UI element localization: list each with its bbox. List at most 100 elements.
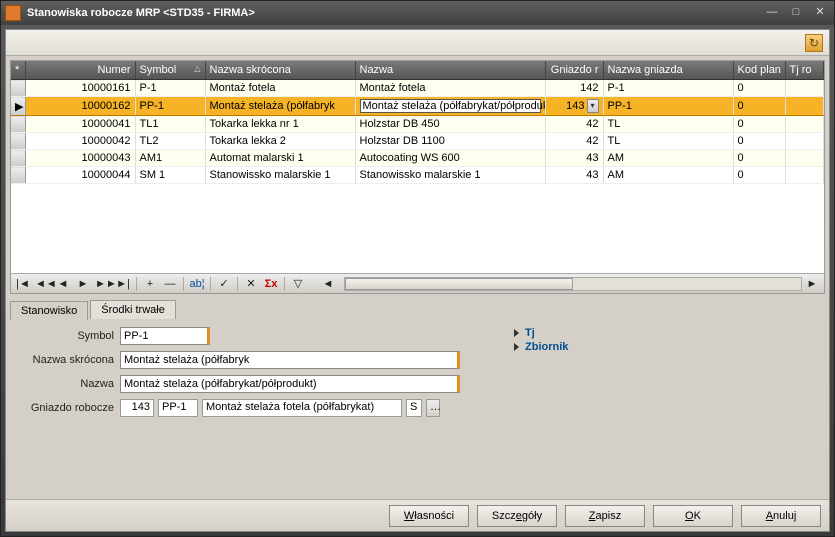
table-row[interactable]: 10000044SM 1Stanowissko malarskie 1Stano… — [11, 167, 824, 184]
nav-prev-page[interactable]: ◄◄ — [34, 276, 52, 292]
cell-gniazdo[interactable]: 143▾ — [545, 97, 603, 116]
cell-tj[interactable] — [785, 97, 824, 116]
zapisz-button[interactable]: Zapisz — [565, 505, 645, 527]
cell-numer[interactable]: 10000043 — [25, 150, 135, 167]
gniazdo-num[interactable]: 143 — [120, 399, 154, 417]
cell-tj[interactable] — [785, 150, 824, 167]
tab-srodki[interactable]: Środki trwałe — [90, 300, 176, 319]
col-tj[interactable]: Tj ro — [785, 61, 824, 80]
nav-remove[interactable]: — — [161, 276, 179, 292]
nav-cancel[interactable]: ✕ — [242, 276, 260, 292]
nav-edit-icon[interactable]: ab¦ — [188, 276, 206, 292]
cell-kod[interactable]: 0 — [733, 80, 785, 97]
row-marker[interactable] — [11, 116, 25, 133]
nav-filter-icon[interactable]: ▽ — [289, 276, 307, 292]
maximize-button[interactable]: □ — [786, 5, 806, 21]
cell-tj[interactable] — [785, 80, 824, 97]
cell-gniazdo[interactable]: 142 — [545, 80, 603, 97]
table-row[interactable]: 10000041TL1Tokarka lekka nr 1Holzstar DB… — [11, 116, 824, 133]
nav-sum-icon[interactable]: Σx — [262, 276, 280, 292]
hscroll-right[interactable]: ► — [803, 276, 821, 292]
cell-nazwa[interactable]: Montaż stelaża (półfabrykat/półprodukt) — [355, 97, 545, 116]
cell-gniazdo[interactable]: 42 — [545, 133, 603, 150]
col-kod[interactable]: Kod plan — [733, 61, 785, 80]
nav-first[interactable]: |◄ — [14, 276, 32, 292]
cell-gniazdo[interactable]: 43 — [545, 167, 603, 184]
table-row[interactable]: 10000161P-1Montaż fotelaMontaż fotela142… — [11, 80, 824, 97]
nazwa-skr-input[interactable] — [120, 351, 460, 369]
cell-nazwa[interactable]: Holzstar DB 1100 — [355, 133, 545, 150]
nav-add[interactable]: + — [141, 276, 159, 292]
nazwa-cell-editor[interactable]: Montaż stelaża (półfabrykat/półprodukt) — [360, 99, 541, 113]
cell-numer[interactable]: 10000042 — [25, 133, 135, 150]
cell-symbol[interactable]: PP-1 — [135, 97, 205, 116]
nav-next[interactable]: ► — [74, 276, 92, 292]
cell-tj[interactable] — [785, 116, 824, 133]
nav-prev[interactable]: ◄ — [54, 276, 72, 292]
nav-last[interactable]: ►| — [114, 276, 132, 292]
table-row[interactable]: 10000042TL2Tokarka lekka 2Holzstar DB 11… — [11, 133, 824, 150]
cell-symbol[interactable]: AM1 — [135, 150, 205, 167]
cell-symbol[interactable]: P-1 — [135, 80, 205, 97]
symbol-input[interactable] — [120, 327, 210, 345]
gniazdo-sym[interactable]: PP-1 — [158, 399, 198, 417]
tree-item-zbiornik[interactable]: Zbiornik — [514, 341, 821, 353]
cell-kod[interactable]: 0 — [733, 97, 785, 116]
row-marker[interactable] — [11, 133, 25, 150]
cell-gniazdo[interactable]: 42 — [545, 116, 603, 133]
cell-nazwa-gn[interactable]: TL — [603, 116, 733, 133]
ok-button[interactable]: OK — [653, 505, 733, 527]
col-nazwa[interactable]: Nazwa — [355, 61, 545, 80]
cell-kod[interactable]: 0 — [733, 150, 785, 167]
minimize-button[interactable]: — — [762, 5, 782, 21]
hscroll-track[interactable] — [344, 277, 802, 291]
cell-nazwa-skr[interactable]: Tokarka lekka nr 1 — [205, 116, 355, 133]
cell-nazwa-skr[interactable]: Stanowissko malarskie 1 — [205, 167, 355, 184]
cell-nazwa-gn[interactable]: P-1 — [603, 80, 733, 97]
row-selector-header[interactable]: * — [11, 61, 25, 80]
cell-kod[interactable]: 0 — [733, 133, 785, 150]
hscroll-left[interactable]: ◄ — [319, 276, 337, 292]
anuluj-button[interactable]: Anuluj — [741, 505, 821, 527]
col-symbol[interactable]: Symbol△ — [135, 61, 205, 80]
col-nazwa-skr[interactable]: Nazwa skrócona — [205, 61, 355, 80]
cell-symbol[interactable]: TL1 — [135, 116, 205, 133]
cell-tj[interactable] — [785, 167, 824, 184]
cell-nazwa-skr[interactable]: Montaż fotela — [205, 80, 355, 97]
gniazdo-dropdown-icon[interactable]: ▾ — [587, 99, 599, 113]
cell-numer[interactable]: 10000162 — [25, 97, 135, 116]
cell-tj[interactable] — [785, 133, 824, 150]
cell-numer[interactable]: 10000041 — [25, 116, 135, 133]
hscroll-thumb[interactable] — [345, 278, 573, 290]
refresh-icon[interactable] — [805, 34, 823, 52]
nav-next-page[interactable]: ►► — [94, 276, 112, 292]
cell-gniazdo[interactable]: 43 — [545, 150, 603, 167]
table-row[interactable]: ▶10000162PP-1Montaż stelaża (półfabrykMo… — [11, 97, 824, 116]
cell-nazwa[interactable]: Autocoating WS 600 — [355, 150, 545, 167]
gniazdo-dropdown-icon[interactable]: … — [426, 399, 440, 417]
cell-nazwa-skr[interactable]: Montaż stelaża (półfabryk — [205, 97, 355, 116]
szczegoly-button[interactable]: Szczegóły — [477, 505, 557, 527]
row-marker[interactable]: ▶ — [11, 97, 25, 116]
table-row[interactable]: 10000043AM1Automat malarski 1Autocoating… — [11, 150, 824, 167]
cell-nazwa-skr[interactable]: Tokarka lekka 2 — [205, 133, 355, 150]
cell-kod[interactable]: 0 — [733, 116, 785, 133]
tree-item-tj[interactable]: Tj — [514, 327, 821, 339]
cell-numer[interactable]: 10000044 — [25, 167, 135, 184]
cell-nazwa[interactable]: Montaż fotela — [355, 80, 545, 97]
gniazdo-desc[interactable]: Montaż stelaża fotela (półfabrykat) — [202, 399, 402, 417]
nav-confirm[interactable]: ✓ — [215, 276, 233, 292]
cell-nazwa-gn[interactable]: AM — [603, 167, 733, 184]
cell-nazwa[interactable]: Stanowissko malarskie 1 — [355, 167, 545, 184]
row-marker[interactable] — [11, 167, 25, 184]
cell-nazwa-skr[interactable]: Automat malarski 1 — [205, 150, 355, 167]
cell-nazwa-gn[interactable]: PP-1 — [603, 97, 733, 116]
col-nazwa-gn[interactable]: Nazwa gniazda — [603, 61, 733, 80]
cell-nazwa[interactable]: Holzstar DB 450 — [355, 116, 545, 133]
row-marker[interactable] — [11, 150, 25, 167]
tab-stanowisko[interactable]: Stanowisko — [10, 301, 88, 320]
cell-numer[interactable]: 10000161 — [25, 80, 135, 97]
row-marker[interactable] — [11, 80, 25, 97]
cell-symbol[interactable]: TL2 — [135, 133, 205, 150]
cell-nazwa-gn[interactable]: AM — [603, 150, 733, 167]
